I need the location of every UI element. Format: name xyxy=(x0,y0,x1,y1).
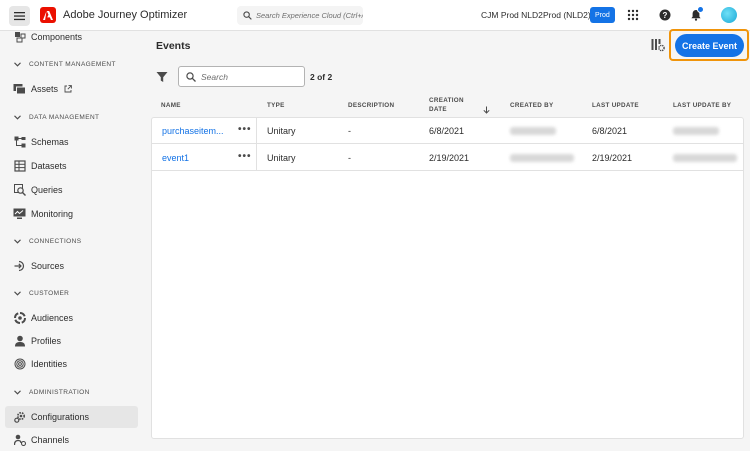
components-icon xyxy=(13,31,26,44)
sidebar-item-label: Identities xyxy=(31,359,68,369)
notification-badge xyxy=(697,6,704,13)
event-name-link[interactable]: event1 xyxy=(162,153,189,163)
chevron-down-icon xyxy=(14,239,21,244)
avatar[interactable] xyxy=(721,7,737,23)
column-header-last-update[interactable]: LAST UPDATE xyxy=(592,101,639,110)
column-divider xyxy=(256,117,257,143)
sidebar-item-channels[interactable]: Channels xyxy=(5,429,138,451)
queries-icon xyxy=(13,184,26,197)
event-name-link[interactable]: purchaseitem... xyxy=(162,126,224,136)
section-customer[interactable]: CUSTOMER xyxy=(14,290,69,297)
chevron-down-icon xyxy=(14,390,21,395)
channels-icon xyxy=(13,434,26,447)
page-title: Events xyxy=(156,40,191,52)
search-icon xyxy=(186,71,196,82)
chevron-down-icon xyxy=(14,291,21,296)
event-type: Unitary xyxy=(267,126,296,136)
section-administration[interactable]: ADMINISTRATION xyxy=(14,389,90,396)
column-divider xyxy=(256,144,257,170)
section-data-management[interactable]: DATA MANAGEMENT xyxy=(14,114,99,121)
left-nav: Components CONTENT MANAGEMENT Assets DAT… xyxy=(0,31,145,451)
sidebar-item-label: Channels xyxy=(31,435,70,445)
sidebar-item-assets[interactable]: Assets xyxy=(5,78,138,100)
created-by-redacted xyxy=(510,127,556,135)
schemas-icon xyxy=(13,136,26,149)
chevron-down-icon xyxy=(14,115,21,120)
column-header-creation-date[interactable]: CREATION DATE xyxy=(429,96,464,114)
sidebar-item-components[interactable]: Components xyxy=(5,26,138,48)
notifications-icon[interactable] xyxy=(689,6,704,22)
row-divider xyxy=(151,170,744,171)
column-header-last-update-by[interactable]: LAST UPDATE BY xyxy=(673,101,731,110)
sidebar-item-label: Monitoring xyxy=(31,209,74,219)
sidebar-item-label: Sources xyxy=(31,261,65,271)
profile-icon xyxy=(13,335,26,348)
assets-icon xyxy=(13,83,26,96)
org-switcher[interactable]: CJM Prod NLD2 xyxy=(481,10,543,20)
event-description: - xyxy=(348,126,351,136)
create-event-button[interactable]: Create Event xyxy=(675,34,744,57)
app-title[interactable]: Adobe Journey Optimizer xyxy=(63,9,187,21)
sidebar-item-label: Audiences xyxy=(31,313,74,323)
created-by-redacted xyxy=(510,154,574,162)
events-table xyxy=(151,117,744,439)
help-icon[interactable]: ? xyxy=(658,8,672,22)
last-update-by-redacted xyxy=(673,154,737,162)
sidebar-item-profiles[interactable]: Profiles xyxy=(5,330,138,352)
result-count: 2 of 2 xyxy=(310,72,333,82)
filter-icon[interactable] xyxy=(156,70,168,82)
sidebar-item-label: Assets xyxy=(31,84,59,94)
external-link-icon xyxy=(64,85,72,93)
sidebar-item-schemas[interactable]: Schemas xyxy=(5,131,138,153)
sidebar-item-label: Components xyxy=(31,32,83,42)
column-settings-icon[interactable] xyxy=(651,38,665,52)
table-search[interactable] xyxy=(178,66,305,87)
event-creation-date: 2/19/2021 xyxy=(429,153,470,163)
more-actions-icon[interactable]: ••• xyxy=(238,151,252,162)
column-header-created-by[interactable]: CREATED BY xyxy=(510,101,553,110)
sidebar-item-label: Datasets xyxy=(31,161,67,171)
table-search-input[interactable] xyxy=(201,71,301,82)
apps-grid-icon[interactable] xyxy=(626,8,640,22)
sidebar-item-label: Queries xyxy=(31,185,63,195)
sidebar-item-sources[interactable]: Sources xyxy=(5,255,138,277)
gear-icon xyxy=(13,411,26,424)
sidebar-item-queries[interactable]: Queries xyxy=(5,179,138,201)
event-last-update: 2/19/2021 xyxy=(592,153,633,163)
last-update-by-redacted xyxy=(673,127,719,135)
chevron-down-icon xyxy=(14,62,21,67)
sidebar-item-configurations[interactable]: Configurations xyxy=(5,406,138,428)
section-connections[interactable]: CONNECTIONS xyxy=(14,238,81,245)
sources-icon xyxy=(13,260,26,273)
column-header-description[interactable]: DESCRIPTION xyxy=(348,101,394,110)
event-creation-date: 6/8/2021 xyxy=(429,126,465,136)
global-search-input[interactable] xyxy=(256,11,363,20)
sidebar-item-identities[interactable]: Identities xyxy=(5,353,138,375)
event-last-update: 6/8/2021 xyxy=(592,126,628,136)
monitoring-icon xyxy=(13,208,26,221)
row-divider xyxy=(151,143,744,144)
search-icon xyxy=(243,11,252,20)
menu-icon[interactable] xyxy=(9,6,30,26)
sandbox-name[interactable]: Prod (NLD2) xyxy=(543,10,591,20)
column-header-type[interactable]: TYPE xyxy=(267,101,285,110)
sidebar-item-audiences[interactable]: Audiences xyxy=(5,307,138,329)
datasets-icon xyxy=(13,160,26,173)
sidebar-item-label: Profiles xyxy=(31,336,62,346)
global-search[interactable] xyxy=(237,6,363,25)
sidebar-item-label: Schemas xyxy=(31,137,69,147)
sandbox-badge: Prod xyxy=(590,7,615,23)
more-actions-icon[interactable]: ••• xyxy=(238,124,252,135)
column-header-name[interactable]: NAME xyxy=(161,101,181,110)
fingerprint-icon xyxy=(13,358,26,371)
event-description: - xyxy=(348,153,351,163)
sidebar-item-monitoring[interactable]: Monitoring xyxy=(5,203,138,225)
sidebar-item-label: Configurations xyxy=(31,412,90,422)
svg-text:?: ? xyxy=(663,11,668,20)
audiences-icon xyxy=(13,312,26,325)
section-content-management[interactable]: CONTENT MANAGEMENT xyxy=(14,61,116,68)
event-type: Unitary xyxy=(267,153,296,163)
adobe-logo-icon[interactable] xyxy=(40,7,56,23)
sidebar-item-datasets[interactable]: Datasets xyxy=(5,155,138,177)
